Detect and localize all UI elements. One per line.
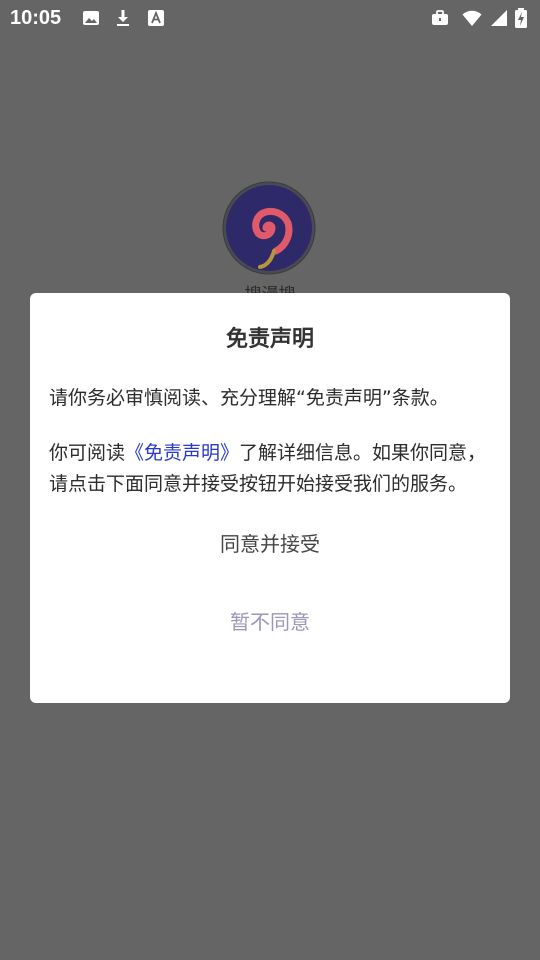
accept-button[interactable]: 同意并接受 [160, 529, 380, 559]
app-logo [222, 181, 316, 275]
briefcase-icon [430, 8, 450, 28]
status-bar: 10:05 [0, 0, 540, 36]
download-icon [113, 8, 133, 28]
disclaimer-dialog: 免责声明 请你务必审慎阅读、充分理解“免责声明”条款。 你可阅读《免责声明》了解… [30, 293, 510, 703]
font-icon [146, 8, 166, 28]
dialog-paragraph-1: 请你务必审慎阅读、充分理解“免责声明”条款。 [49, 387, 449, 409]
image-icon [81, 8, 101, 28]
battery-charging-icon [514, 8, 528, 28]
disclaimer-link[interactable]: 《免责声明》 [125, 442, 239, 464]
dialog-title: 免责声明 [225, 327, 314, 352]
signal-icon [489, 8, 509, 28]
paragraph-2-prefix: 你可阅读 [49, 442, 126, 464]
dialog-paragraph-2: 你可阅读《免责声明》了解详细信息。如果你同意，请点击下面同意并接受按钮开始接受我… [49, 438, 491, 500]
decline-button[interactable]: 暂不同意 [160, 607, 380, 637]
status-time: 10:05 [10, 7, 62, 29]
wifi-icon [462, 8, 482, 28]
